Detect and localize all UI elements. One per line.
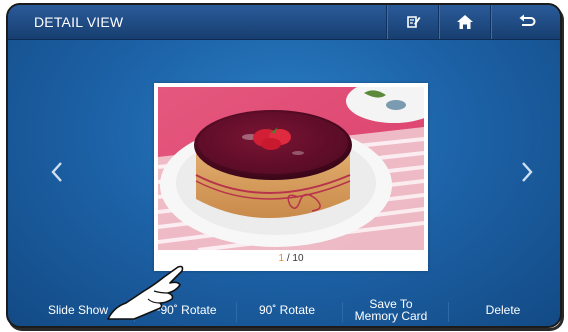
home-icon bbox=[457, 15, 473, 29]
next-photo-button[interactable] bbox=[516, 157, 538, 187]
photo-card: 1 / 10 bbox=[154, 83, 428, 271]
header-bar: DETAIL VIEW bbox=[8, 5, 560, 40]
edit-note-icon bbox=[407, 16, 421, 28]
page-title: DETAIL VIEW bbox=[34, 14, 124, 30]
chevron-left-icon bbox=[51, 162, 62, 182]
save-label-line2: Memory Card bbox=[354, 309, 428, 323]
previous-photo-button[interactable] bbox=[46, 157, 68, 187]
home-button[interactable] bbox=[438, 5, 491, 39]
cake-image bbox=[158, 87, 424, 250]
save-to-memory-card-button[interactable]: Save To Memory Card bbox=[336, 294, 446, 326]
delete-button[interactable]: Delete bbox=[448, 294, 558, 326]
footer-toolbar: Slide Show −90˚ Rotate 90˚ Rotate Save T… bbox=[8, 294, 560, 326]
return-arrow-icon bbox=[519, 14, 536, 26]
screen: DETAIL VIEW 1 / 10 Slide Show −90˚ Rotat… bbox=[6, 3, 562, 328]
pointing-hand-icon bbox=[107, 265, 184, 320]
cake-photo[interactable] bbox=[158, 87, 424, 250]
back-button[interactable] bbox=[490, 5, 560, 39]
chevron-right-icon bbox=[522, 162, 533, 182]
rotate-right-button[interactable]: 90˚ Rotate bbox=[232, 294, 342, 326]
photo-counter: 1 / 10 bbox=[154, 253, 428, 264]
edit-button[interactable] bbox=[386, 5, 439, 39]
total-count: / 10 bbox=[284, 253, 304, 264]
